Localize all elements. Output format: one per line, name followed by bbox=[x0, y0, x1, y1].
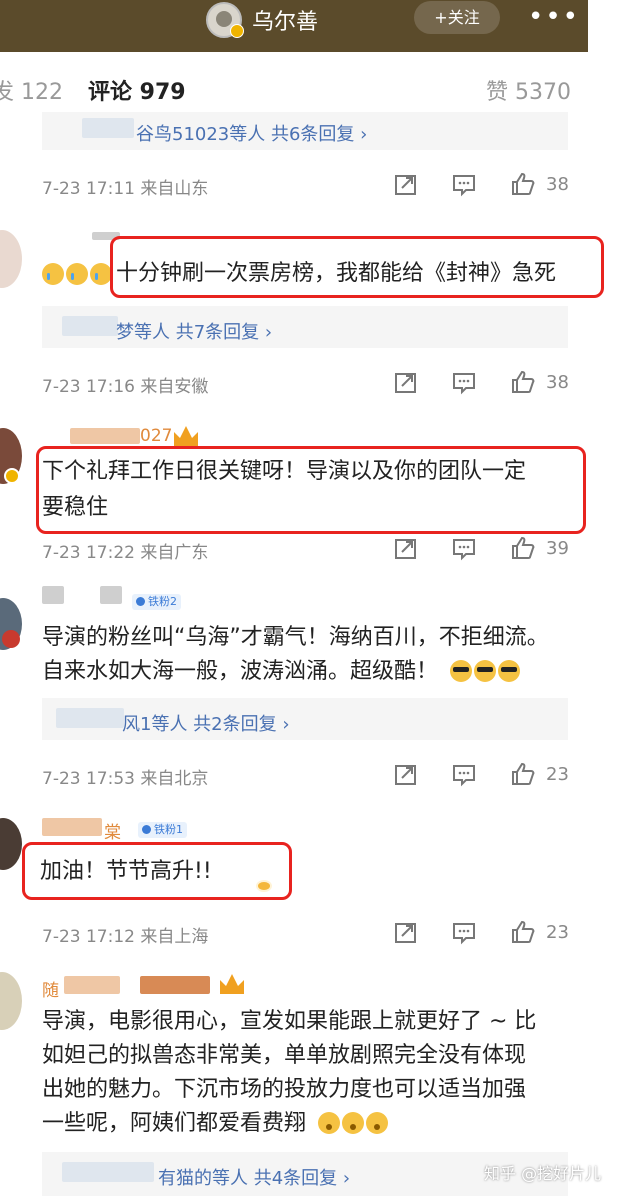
comment-text-line: 如妲己的拟兽态非常美，单单放剧照完全没有体现 bbox=[42, 1043, 527, 1068]
thumbs-up-icon[interactable] bbox=[511, 370, 535, 394]
account-name[interactable]: 乌尔善 bbox=[252, 4, 318, 36]
comment-meta: 7-23 17:22 来自广东 bbox=[42, 543, 209, 563]
reply-summary-text[interactable]: 风1等人 共2条回复 › bbox=[122, 710, 290, 736]
redacted-username bbox=[42, 586, 64, 604]
tab-comments[interactable]: 评论 979 bbox=[88, 74, 186, 106]
comment-meta: 7-23 17:12 来自上海 bbox=[42, 927, 209, 947]
crying-emoji-icon bbox=[90, 263, 112, 285]
comment-meta: 7-23 17:11 来自山东 bbox=[42, 179, 209, 199]
redacted-username bbox=[42, 818, 102, 836]
follow-button[interactable]: +关注 bbox=[414, 1, 500, 34]
comment-text-line: 一些呢，阿姨们都爱看费翔 bbox=[42, 1111, 307, 1136]
reply-summary-text[interactable]: 谷鸟51023等人 共6条回复 › bbox=[136, 120, 367, 146]
comment-icon[interactable] bbox=[452, 371, 476, 395]
comment-meta: 7-23 17:16 来自安徽 bbox=[42, 377, 209, 397]
redacted-username bbox=[62, 1162, 154, 1182]
thumbs-up-icon[interactable] bbox=[511, 172, 535, 196]
awe-emoji-icon bbox=[318, 1112, 340, 1134]
verified-badge-icon bbox=[4, 468, 20, 484]
account-avatar[interactable] bbox=[206, 2, 244, 38]
username-fragment[interactable]: 随 bbox=[42, 976, 59, 1001]
fan-level-badge: 铁粉1 bbox=[138, 822, 187, 838]
comment-text-line: 出她的魅力。下沉市场的投放力度也可以适当加强 bbox=[42, 1077, 527, 1102]
member-badge-icon bbox=[2, 630, 20, 648]
like-count: 39 bbox=[546, 538, 569, 559]
redacted-username bbox=[70, 428, 140, 444]
tab-likes[interactable]: 赞 5370 bbox=[486, 74, 571, 106]
fan-level-badge: 铁粉2 bbox=[132, 594, 181, 610]
thumbs-up-icon[interactable] bbox=[511, 536, 535, 560]
like-count: 23 bbox=[546, 922, 569, 943]
cool-emoji-icon bbox=[474, 660, 496, 682]
comment-icon[interactable] bbox=[452, 173, 476, 197]
comment-text-line: 自来水如大海一般，波涛汹涌。超级酷！ bbox=[42, 659, 439, 684]
redacted-username bbox=[100, 586, 122, 604]
awe-emoji-icon bbox=[342, 1112, 364, 1134]
comment-icon[interactable] bbox=[452, 537, 476, 561]
redacted-username bbox=[56, 708, 124, 728]
highlight-box bbox=[22, 842, 292, 900]
more-options-icon[interactable]: ••• bbox=[528, 2, 580, 32]
comment-icon[interactable] bbox=[452, 921, 476, 945]
highlight-box bbox=[36, 446, 586, 534]
like-count: 38 bbox=[546, 174, 569, 195]
share-icon[interactable] bbox=[394, 173, 418, 197]
awe-emoji-icon bbox=[366, 1112, 388, 1134]
share-icon[interactable] bbox=[394, 537, 418, 561]
watermark: 知乎 @挖好片儿 bbox=[484, 1164, 602, 1183]
reply-summary-text[interactable]: 梦等人 共7条回复 › bbox=[116, 318, 272, 344]
like-count: 38 bbox=[546, 372, 569, 393]
redacted-username bbox=[82, 118, 134, 138]
share-icon[interactable] bbox=[394, 763, 418, 787]
reply-summary[interactable] bbox=[42, 698, 568, 740]
share-icon[interactable] bbox=[394, 921, 418, 945]
thumbs-up-icon[interactable] bbox=[511, 920, 535, 944]
comment-text-line: 导演的粉丝叫“乌海”才霸气！海纳百川，不拒细流。 bbox=[42, 625, 549, 650]
redacted-username bbox=[64, 976, 120, 994]
thumbs-up-icon[interactable] bbox=[511, 762, 535, 786]
comment-meta: 7-23 17:53 来自北京 bbox=[42, 769, 209, 789]
username-fragment[interactable]: 棠 bbox=[104, 818, 121, 843]
highlight-box bbox=[110, 236, 604, 298]
like-count: 23 bbox=[546, 764, 569, 785]
redacted-username bbox=[140, 976, 210, 994]
cool-emoji-icon bbox=[498, 660, 520, 682]
reply-summary-text[interactable]: 有猫的等人 共4条回复 › bbox=[158, 1164, 350, 1190]
cool-emoji-icon bbox=[450, 660, 472, 682]
avatar-image bbox=[216, 11, 232, 27]
redacted-username bbox=[62, 316, 118, 336]
tab-reposts[interactable]: 发 122 bbox=[0, 74, 63, 106]
crying-emoji-icon bbox=[42, 263, 64, 285]
verified-badge-icon bbox=[230, 24, 244, 38]
comment-icon[interactable] bbox=[452, 763, 476, 787]
username-fragment[interactable]: 027 bbox=[140, 426, 172, 446]
profile-header: 乌尔善 +关注 ••• bbox=[0, 0, 588, 52]
share-icon[interactable] bbox=[394, 371, 418, 395]
comment-text-line: 导演，电影很用心，宣发如果能跟上就更好了 ~ 比 bbox=[42, 1009, 537, 1034]
crying-emoji-icon bbox=[66, 263, 88, 285]
